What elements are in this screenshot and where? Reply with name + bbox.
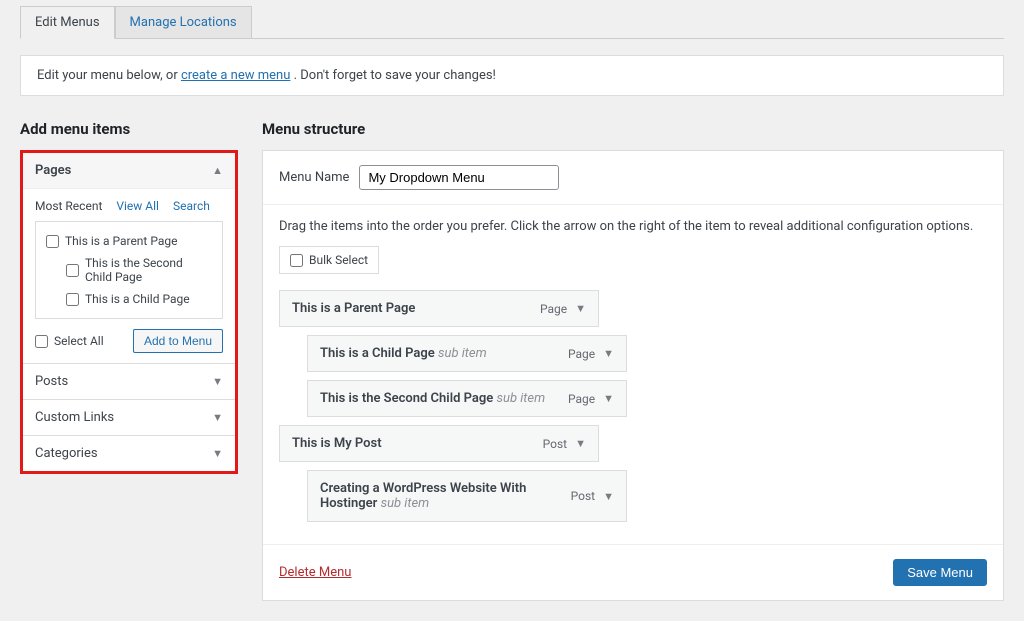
accordion-pages-title: Pages	[35, 163, 71, 178]
accordion-categories-title: Categories	[35, 446, 98, 461]
menu-item-type: Post	[543, 437, 567, 451]
chevron-down-icon[interactable]: ▼	[575, 437, 586, 450]
add-menu-items-heading: Add menu items	[20, 120, 238, 138]
menu-item-list: This is a Parent Page Page ▼ This is a C…	[279, 290, 987, 522]
tab-edit-menus[interactable]: Edit Menus	[20, 6, 115, 39]
menu-item-child-page[interactable]: This is a Child Page sub item Page ▼	[307, 335, 627, 372]
tab-manage-locations[interactable]: Manage Locations	[115, 6, 252, 39]
accordion-posts-title: Posts	[35, 374, 68, 389]
add-to-menu-button[interactable]: Add to Menu	[133, 329, 223, 353]
menu-item-title: This is the Second Child Page	[320, 391, 493, 406]
menu-item-title: This is a Parent Page	[292, 301, 415, 316]
pages-tab-search[interactable]: Search	[173, 199, 210, 213]
create-new-menu-link[interactable]: create a new menu	[181, 68, 290, 83]
menu-item-sublabel: sub item	[438, 346, 487, 361]
menu-name-row: Menu Name	[263, 151, 1003, 205]
menu-item-second-child-page[interactable]: This is the Second Child Page sub item P…	[307, 380, 627, 417]
notice-suffix: . Don't forget to save your changes!	[294, 68, 496, 83]
select-all-checkbox[interactable]	[35, 335, 48, 348]
page-label-second-child: This is the Second Child Page	[85, 256, 212, 284]
pages-tab-viewall[interactable]: View All	[116, 199, 159, 213]
menu-item-title: This is My Post	[292, 436, 382, 451]
accordion-pages: Pages ▲ Most Recent View All Search This…	[23, 153, 235, 363]
page-label-child: This is a Child Page	[85, 292, 190, 306]
chevron-down-icon[interactable]: ▼	[603, 490, 614, 503]
chevron-down-icon: ▼	[212, 447, 223, 460]
bulk-select-box: Bulk Select	[279, 246, 379, 274]
accordion-categories: Categories ▼	[23, 435, 235, 471]
menu-item-type: Page	[568, 347, 595, 361]
accordion-custom-links: Custom Links ▼	[23, 399, 235, 435]
accordion-posts-header[interactable]: Posts ▼	[23, 364, 235, 399]
menu-item-type: Post	[571, 489, 595, 503]
menu-item-type: Page	[568, 392, 595, 406]
chevron-down-icon[interactable]: ▼	[603, 392, 614, 405]
menu-item-wordpress-hostinger[interactable]: Creating a WordPress Website With Hostin…	[307, 470, 627, 522]
page-checkbox-second-child[interactable]	[66, 264, 79, 277]
menu-structure-heading: Menu structure	[262, 120, 1004, 138]
add-items-accordion: Pages ▲ Most Recent View All Search This…	[20, 150, 238, 474]
notice-prefix: Edit your menu below, or	[37, 68, 181, 83]
accordion-custom-links-title: Custom Links	[35, 410, 114, 425]
chevron-up-icon: ▲	[212, 164, 223, 177]
menu-item-parent-page[interactable]: This is a Parent Page Page ▼	[279, 290, 599, 327]
page-item-second-child: This is the Second Child Page	[46, 252, 212, 288]
page-checkbox-child[interactable]	[66, 293, 79, 306]
accordion-posts: Posts ▼	[23, 363, 235, 399]
delete-menu-link[interactable]: Delete Menu	[279, 565, 351, 580]
menu-name-input[interactable]	[359, 165, 559, 190]
pages-checklist: This is a Parent Page This is the Second…	[35, 221, 223, 319]
structure-hint: Drag the items into the order you prefer…	[279, 219, 987, 234]
accordion-pages-header[interactable]: Pages ▲	[23, 153, 235, 189]
page-item-child: This is a Child Page	[46, 288, 212, 310]
chevron-down-icon[interactable]: ▼	[603, 347, 614, 360]
save-menu-button[interactable]: Save Menu	[893, 559, 987, 586]
accordion-custom-links-header[interactable]: Custom Links ▼	[23, 400, 235, 435]
page-checkbox-parent[interactable]	[46, 235, 59, 248]
accordion-categories-header[interactable]: Categories ▼	[23, 436, 235, 471]
menu-item-title: This is a Child Page	[320, 346, 435, 361]
menu-item-sublabel: sub item	[381, 496, 430, 511]
bulk-select-checkbox[interactable]	[290, 254, 303, 267]
menu-name-label: Menu Name	[279, 170, 349, 185]
menu-item-my-post[interactable]: This is My Post Post ▼	[279, 425, 599, 462]
menu-footer-bar: Delete Menu Save Menu	[263, 544, 1003, 600]
menu-structure-panel: Menu Name Drag the items into the order …	[262, 150, 1004, 601]
edit-menu-notice: Edit your menu below, or create a new me…	[20, 55, 1004, 96]
chevron-down-icon[interactable]: ▼	[575, 302, 586, 315]
menu-tabs: Edit Menus Manage Locations	[20, 6, 1004, 39]
menu-item-type: Page	[540, 302, 567, 316]
page-label-parent: This is a Parent Page	[65, 234, 177, 248]
select-all-label: Select All	[35, 334, 104, 348]
page-item-parent: This is a Parent Page	[46, 230, 212, 252]
menu-item-sublabel: sub item	[497, 391, 546, 406]
chevron-down-icon: ▼	[212, 411, 223, 424]
accordion-pages-body: Most Recent View All Search This is a Pa…	[23, 189, 235, 363]
select-all-text: Select All	[54, 334, 104, 348]
bulk-select-label: Bulk Select	[309, 253, 368, 267]
chevron-down-icon: ▼	[212, 375, 223, 388]
pages-tab-recent[interactable]: Most Recent	[35, 199, 102, 213]
